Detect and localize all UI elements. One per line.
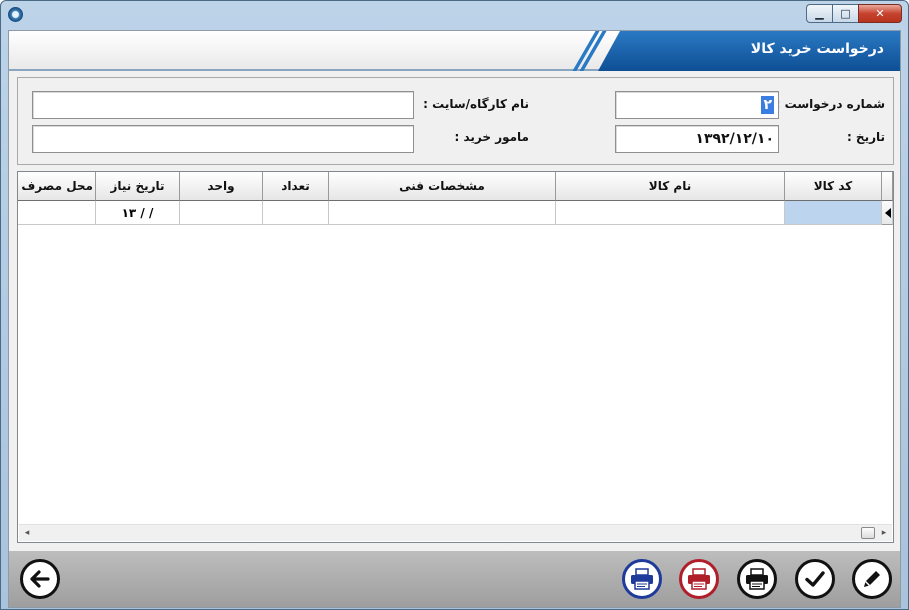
window-controls: ▁ □ ✕	[806, 4, 902, 24]
cell-need-date[interactable]: ۱۳ / /	[96, 201, 180, 225]
buyer-field[interactable]	[32, 125, 414, 153]
print-red-icon	[688, 568, 710, 590]
scroll-left-icon[interactable]: ◂	[19, 525, 35, 541]
close-button[interactable]: ✕	[858, 4, 902, 23]
column-header-code[interactable]: کد کالا	[785, 172, 882, 201]
app-icon[interactable]	[8, 7, 23, 22]
row-header-corner	[882, 172, 893, 201]
date-value: ۱۳۹۲/۱۲/۱۰	[695, 131, 774, 147]
cell-code[interactable]	[785, 201, 882, 225]
print-blue-button[interactable]	[622, 559, 662, 599]
column-header-count[interactable]: تعداد	[263, 172, 329, 201]
row-pointer-icon	[885, 208, 891, 218]
edit-icon	[864, 571, 880, 587]
request-number-label: شماره درخواست :	[775, 97, 885, 111]
edit-button[interactable]	[852, 559, 892, 599]
table-row[interactable]: ۱۳ / /	[18, 201, 893, 225]
request-number-field[interactable]: ۲	[615, 91, 779, 119]
column-header-name[interactable]: نام کالا	[556, 172, 785, 201]
print-blue-icon	[631, 568, 653, 590]
date-label: تاریخ :	[846, 130, 885, 144]
cell-unit[interactable]	[180, 201, 263, 225]
form-title: درخواست خرید کالا	[750, 41, 884, 57]
maximize-button[interactable]: □	[832, 4, 858, 23]
cell-specs[interactable]	[329, 201, 556, 225]
grid-header: کد کالا نام کالا مشخصات فنی تعداد واحد ت…	[18, 172, 893, 201]
confirm-icon	[805, 571, 825, 587]
cell-usage[interactable]	[18, 201, 96, 225]
form-header: درخواست خرید کالا	[9, 31, 900, 71]
scroll-thumb[interactable]	[861, 527, 875, 539]
column-header-specs[interactable]: مشخصات فنی	[329, 172, 556, 201]
request-number-value: ۲	[761, 96, 774, 114]
print-button[interactable]	[737, 559, 777, 599]
column-header-unit[interactable]: واحد	[180, 172, 263, 201]
items-grid[interactable]: کد کالا نام کالا مشخصات فنی تعداد واحد ت…	[17, 171, 894, 543]
buyer-label: مامور خرید :	[454, 130, 529, 144]
back-arrow-icon	[30, 570, 50, 588]
title-bar[interactable]: ▁ □ ✕	[1, 1, 908, 30]
cell-count[interactable]	[263, 201, 329, 225]
row-indicator[interactable]	[882, 201, 893, 225]
minimize-button[interactable]: ▁	[806, 4, 832, 23]
scroll-right-icon[interactable]: ▸	[876, 525, 892, 541]
bottom-toolbar	[9, 551, 900, 607]
form-panel: شماره درخواست : ۲ تاریخ : ۱۳۹۲/۱۲/۱۰ نام…	[17, 77, 894, 165]
back-button[interactable]	[20, 559, 60, 599]
horizontal-scrollbar[interactable]: ◂ ▸	[19, 524, 892, 541]
site-name-label: نام کارگاه/سایت :	[423, 97, 529, 111]
client-area: درخواست خرید کالا شماره درخواست : ۲ تاری…	[8, 30, 901, 608]
column-header-need-date[interactable]: تاریخ نیاز	[96, 172, 180, 201]
cell-name[interactable]	[556, 201, 785, 225]
print-icon	[746, 568, 768, 590]
site-name-field[interactable]	[32, 91, 414, 119]
date-field[interactable]: ۱۳۹۲/۱۲/۱۰	[615, 125, 779, 153]
confirm-button[interactable]	[795, 559, 835, 599]
column-header-usage[interactable]: محل مصرف تست	[18, 172, 96, 201]
print-red-button[interactable]	[679, 559, 719, 599]
app-window: ▁ □ ✕ درخواست خرید کالا شماره درخواست : …	[0, 0, 909, 610]
